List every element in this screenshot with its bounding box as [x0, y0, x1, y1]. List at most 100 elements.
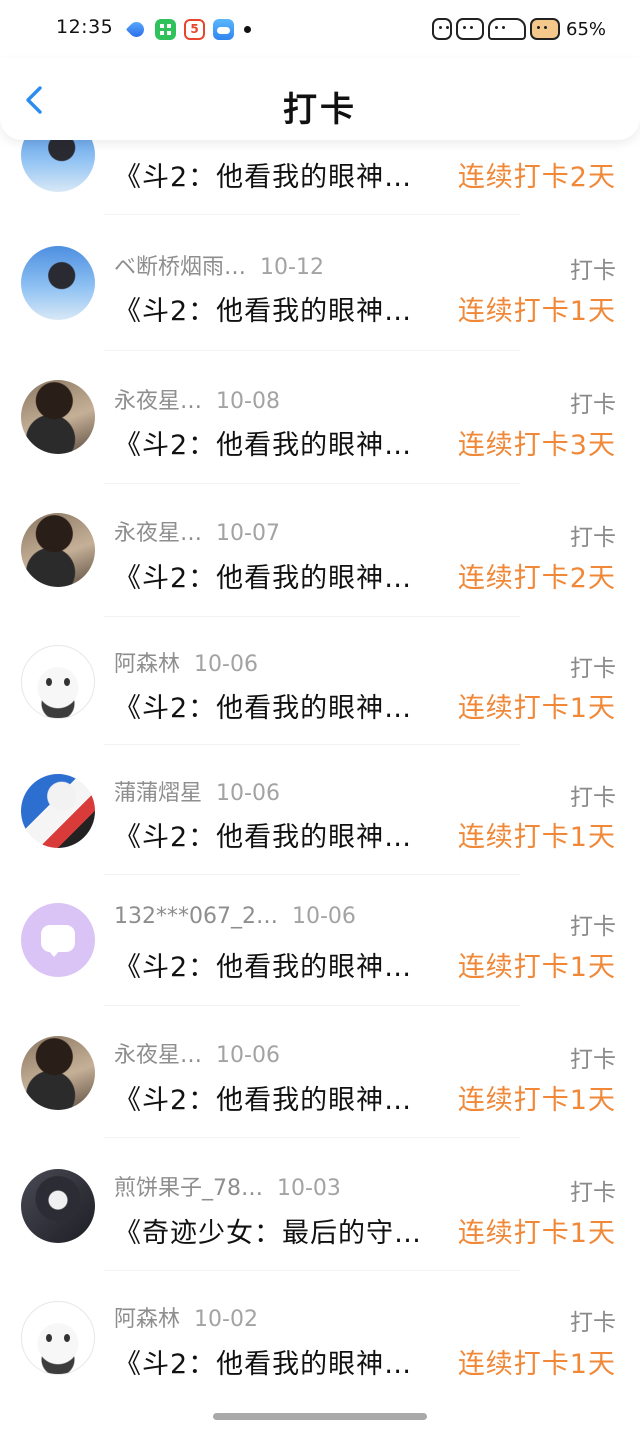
user-name[interactable]: 蒲蒲熠星: [114, 781, 202, 806]
checkin-tag: 打卡: [570, 525, 616, 551]
avatar[interactable]: [21, 1301, 95, 1375]
avatar[interactable]: [21, 645, 95, 719]
cartoon-vibrate-icon: [456, 18, 484, 40]
list-item[interactable]: 132***067_2… 10-06 打卡 《斗2：他看我的眼神… 连续打卡1天: [0, 900, 640, 1020]
checkin-date: 10-06: [216, 1043, 280, 1068]
user-name[interactable]: 永夜星…: [114, 1043, 202, 1068]
list-item[interactable]: 永夜星… 10-07 打卡 《斗2：他看我的眼神… 连续打卡2天: [0, 510, 640, 630]
work-title: 《斗2：他看我的眼神…: [114, 162, 413, 193]
checkin-tag: 打卡: [570, 1047, 616, 1073]
work-title[interactable]: 《斗2：他看我的眼神…: [114, 1342, 412, 1381]
avatar[interactable]: [21, 903, 95, 977]
avatar[interactable]: [21, 513, 95, 587]
checkin-date: 10-06: [291, 904, 356, 929]
user-meta: 阿森林 10-02: [114, 1301, 258, 1333]
status-time: 12:35: [56, 16, 114, 38]
streak-label: 连续打卡1天: [457, 822, 616, 853]
work-title[interactable]: 《斗2：他看我的眼神…: [114, 423, 412, 462]
checkin-tag: 打卡: [570, 656, 616, 682]
list-item[interactable]: 《斗2：他看我的眼神… 连续打卡2天: [0, 118, 640, 242]
streak-label: 连续打卡2天: [457, 162, 616, 193]
user-meta: 阿森林 10-06: [114, 646, 258, 678]
user-name[interactable]: 煎饼果子_78…: [114, 1176, 263, 1201]
user-meta: 蒲蒲熠星 10-06: [114, 775, 280, 807]
divider: [104, 616, 520, 617]
avatar[interactable]: [21, 774, 95, 848]
divider: [104, 1137, 520, 1138]
streak-label: 连续打卡1天: [457, 1085, 616, 1116]
user-meta: 永夜星… 10-06: [114, 1037, 280, 1069]
list-item[interactable]: 阿森林 10-06 打卡 《斗2：他看我的眼神… 连续打卡1天: [0, 642, 640, 762]
divider: [104, 874, 520, 875]
status-bar: 12:35 5 65%: [0, 0, 640, 58]
checkin-date: 10-08: [216, 389, 280, 414]
streak-label: 连续打卡1天: [457, 1349, 616, 1380]
streak-label: 连续打卡3天: [457, 430, 616, 461]
user-meta: 永夜星… 10-08: [114, 383, 280, 415]
screen: 《斗2：他看我的眼神… 连续打卡2天 ベ断桥烟雨… 10-12 打卡 《斗2：他看…: [0, 0, 640, 1433]
work-title[interactable]: 《斗2：他看我的眼神…: [114, 289, 412, 328]
divider: [104, 744, 520, 745]
cartoon-signal-icon: [488, 18, 526, 40]
streak-label: 连续打卡1天: [457, 693, 616, 724]
checkin-tag: 打卡: [570, 1310, 616, 1336]
list-item[interactable]: 煎饼果子_78… 10-03 打卡 《奇迹少女：最后的守… 连续打卡1天: [0, 1166, 640, 1286]
work-title[interactable]: 《斗2：他看我的眼神…: [114, 1078, 412, 1117]
user-meta: ベ断桥烟雨… 10-12: [114, 249, 324, 281]
list-item[interactable]: 阿森林 10-02 打卡 《斗2：他看我的眼神… 连续打卡1天: [0, 1298, 640, 1418]
checkin-date: 10-06: [216, 781, 280, 806]
streak-label: 连续打卡1天: [457, 952, 616, 983]
user-meta: 永夜星… 10-07: [114, 515, 280, 547]
user-name[interactable]: 永夜星…: [114, 389, 202, 414]
browser-app-icon: [126, 18, 147, 40]
cartoon-battery-icon: [530, 18, 560, 40]
divider: [104, 483, 520, 484]
work-title[interactable]: 《斗2：他看我的眼神…: [114, 945, 412, 984]
checkin-tag: 打卡: [570, 785, 616, 811]
checkin-date: 10-03: [277, 1176, 341, 1201]
checkin-tag: 打卡: [570, 258, 616, 284]
user-name[interactable]: 阿森林: [114, 652, 180, 677]
streak-label: 连续打卡1天: [457, 296, 616, 327]
list-item[interactable]: 永夜星… 10-08 打卡 《斗2：他看我的眼神… 连续打卡3天: [0, 377, 640, 497]
streak-label: 连续打卡2天: [457, 563, 616, 594]
streak-label: 连续打卡1天: [457, 1218, 616, 1249]
notification-icons: 5: [126, 18, 251, 40]
list-item[interactable]: ベ断桥烟雨… 10-12 打卡 《斗2：他看我的眼神… 连续打卡1天: [0, 243, 640, 363]
checkin-tag: 打卡: [570, 914, 616, 940]
battery-percent: 65%: [566, 18, 607, 40]
work-title[interactable]: 《斗2：他看我的眼神…: [114, 686, 412, 725]
divider: [104, 1005, 520, 1006]
divider: [104, 1270, 520, 1271]
user-name[interactable]: 132***067_2…: [114, 904, 278, 929]
divider: [104, 214, 520, 215]
user-meta: 煎饼果子_78… 10-03: [114, 1170, 341, 1202]
avatar[interactable]: [21, 1036, 95, 1110]
work-title[interactable]: 《斗2：他看我的眼神…: [114, 815, 412, 854]
system-icons: 65%: [432, 16, 606, 42]
avatar[interactable]: [21, 1169, 95, 1243]
list-item[interactable]: 蒲蒲熠星 10-06 打卡 《斗2：他看我的眼神… 连续打卡1天: [0, 771, 640, 891]
html5-app-icon: 5: [184, 18, 205, 40]
avatar[interactable]: [21, 246, 95, 320]
weather-app-icon: [213, 18, 234, 40]
user-name[interactable]: 永夜星…: [114, 521, 202, 546]
user-name[interactable]: ベ断桥烟雨…: [114, 255, 246, 280]
checkin-tag: 打卡: [570, 392, 616, 418]
work-title[interactable]: 《奇迹少女：最后的守…: [114, 1211, 422, 1250]
checkin-date: 10-06: [194, 652, 258, 677]
checkin-date: 10-12: [260, 255, 324, 280]
avatar[interactable]: [21, 380, 95, 454]
list-item[interactable]: 永夜星… 10-06 打卡 《斗2：他看我的眼神… 连续打卡1天: [0, 1033, 640, 1153]
cartoon-dnd-icon: [432, 18, 452, 40]
nav-bar: 打卡: [0, 58, 640, 140]
checkin-date: 10-07: [216, 521, 280, 546]
checkin-date: 10-02: [194, 1307, 258, 1332]
user-meta: 132***067_2… 10-06: [114, 904, 356, 929]
work-title[interactable]: 《斗2：他看我的眼神…: [114, 556, 412, 595]
page-title: 打卡: [283, 90, 357, 130]
checkin-tag: 打卡: [570, 1180, 616, 1206]
home-indicator[interactable]: [213, 1413, 427, 1420]
divider: [104, 350, 520, 351]
user-name[interactable]: 阿森林: [114, 1307, 180, 1332]
